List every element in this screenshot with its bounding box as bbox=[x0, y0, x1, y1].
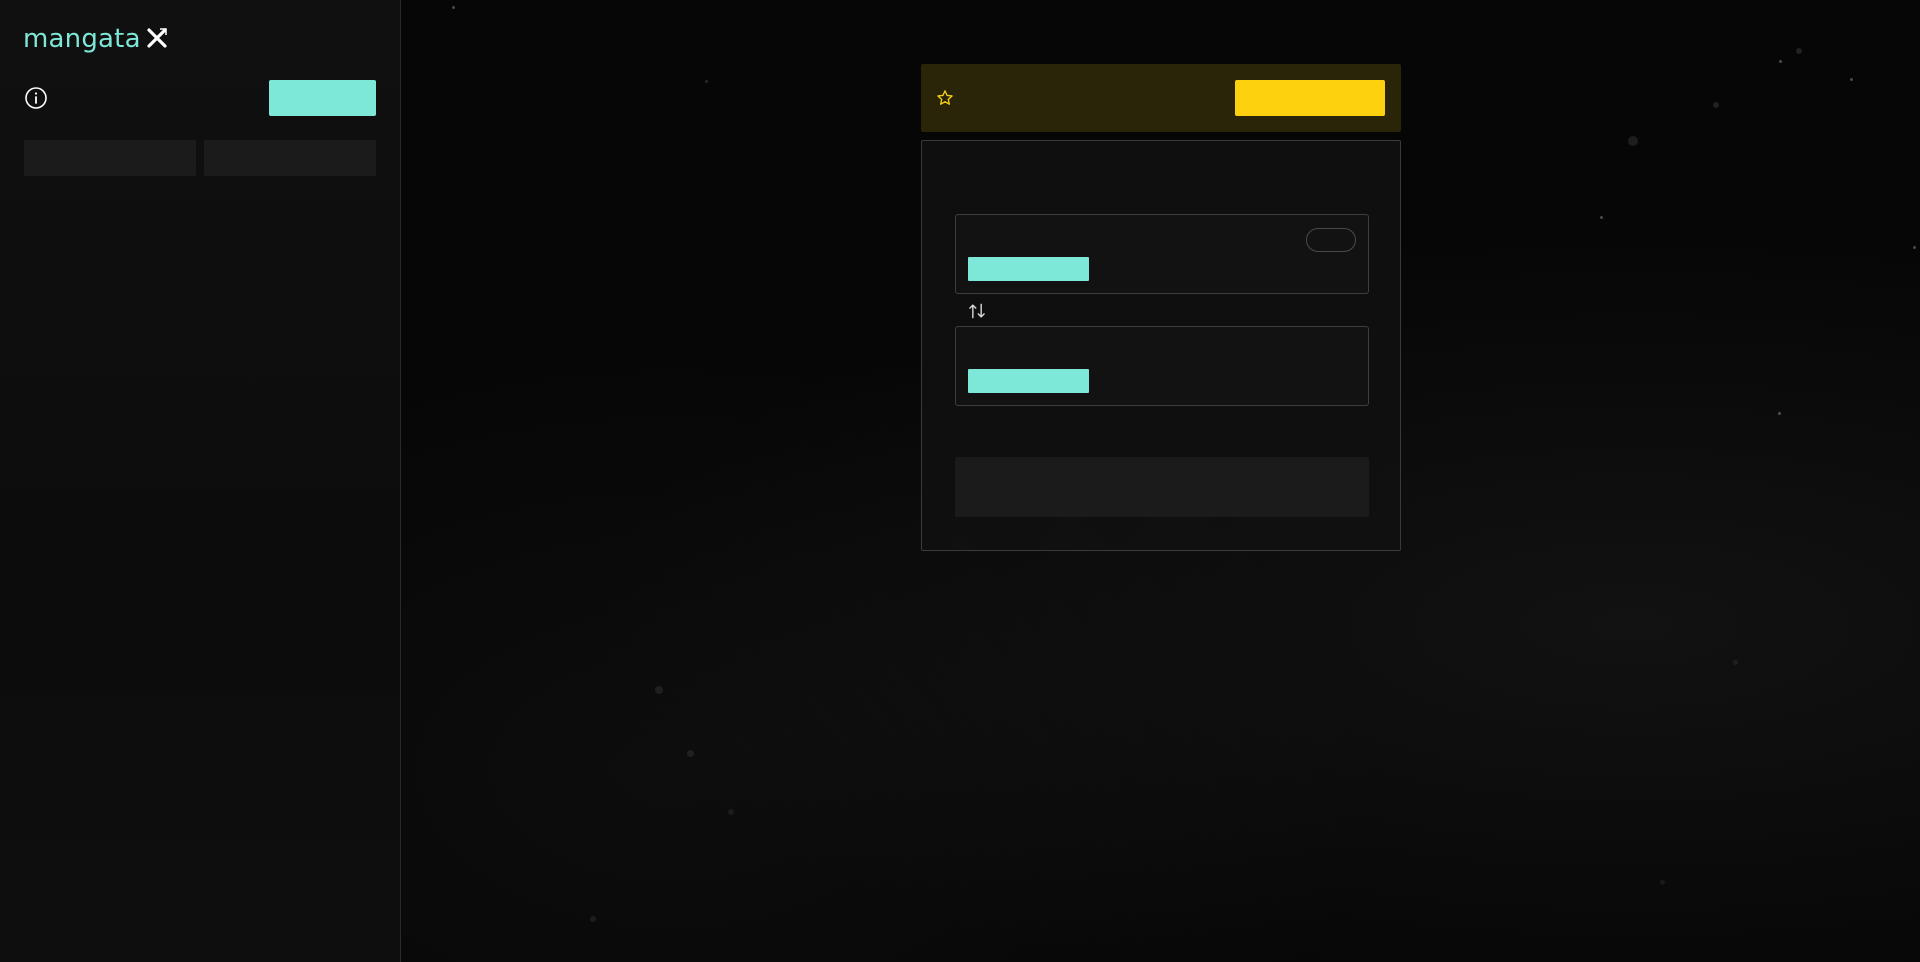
star-icon bbox=[937, 90, 953, 105]
connect-wallet-button[interactable] bbox=[269, 80, 376, 116]
crossed-sword-icon bbox=[147, 28, 167, 48]
banner-action-button[interactable] bbox=[1235, 80, 1385, 116]
sidebar-tab-1[interactable] bbox=[24, 140, 196, 176]
app-root: mangata bbox=[0, 0, 1920, 962]
sidebar-tab-2[interactable] bbox=[204, 140, 376, 176]
swap-arrows-icon[interactable] bbox=[967, 301, 987, 321]
info-icon[interactable] bbox=[24, 86, 48, 110]
to-amount-input[interactable] bbox=[1156, 369, 1356, 393]
brand-logo[interactable]: mangata bbox=[23, 24, 169, 54]
from-token-panel bbox=[955, 214, 1369, 294]
brand-name: mangata bbox=[23, 24, 141, 54]
sidebar: mangata bbox=[0, 0, 401, 962]
swap-submit-button[interactable] bbox=[955, 457, 1369, 517]
from-token-select-button[interactable] bbox=[968, 257, 1089, 281]
to-token-select-button[interactable] bbox=[968, 369, 1089, 393]
promo-banner bbox=[921, 64, 1401, 132]
to-token-panel bbox=[955, 326, 1369, 406]
max-button[interactable] bbox=[1306, 228, 1356, 252]
from-amount-input[interactable] bbox=[1156, 257, 1356, 281]
swap-card bbox=[921, 140, 1401, 551]
